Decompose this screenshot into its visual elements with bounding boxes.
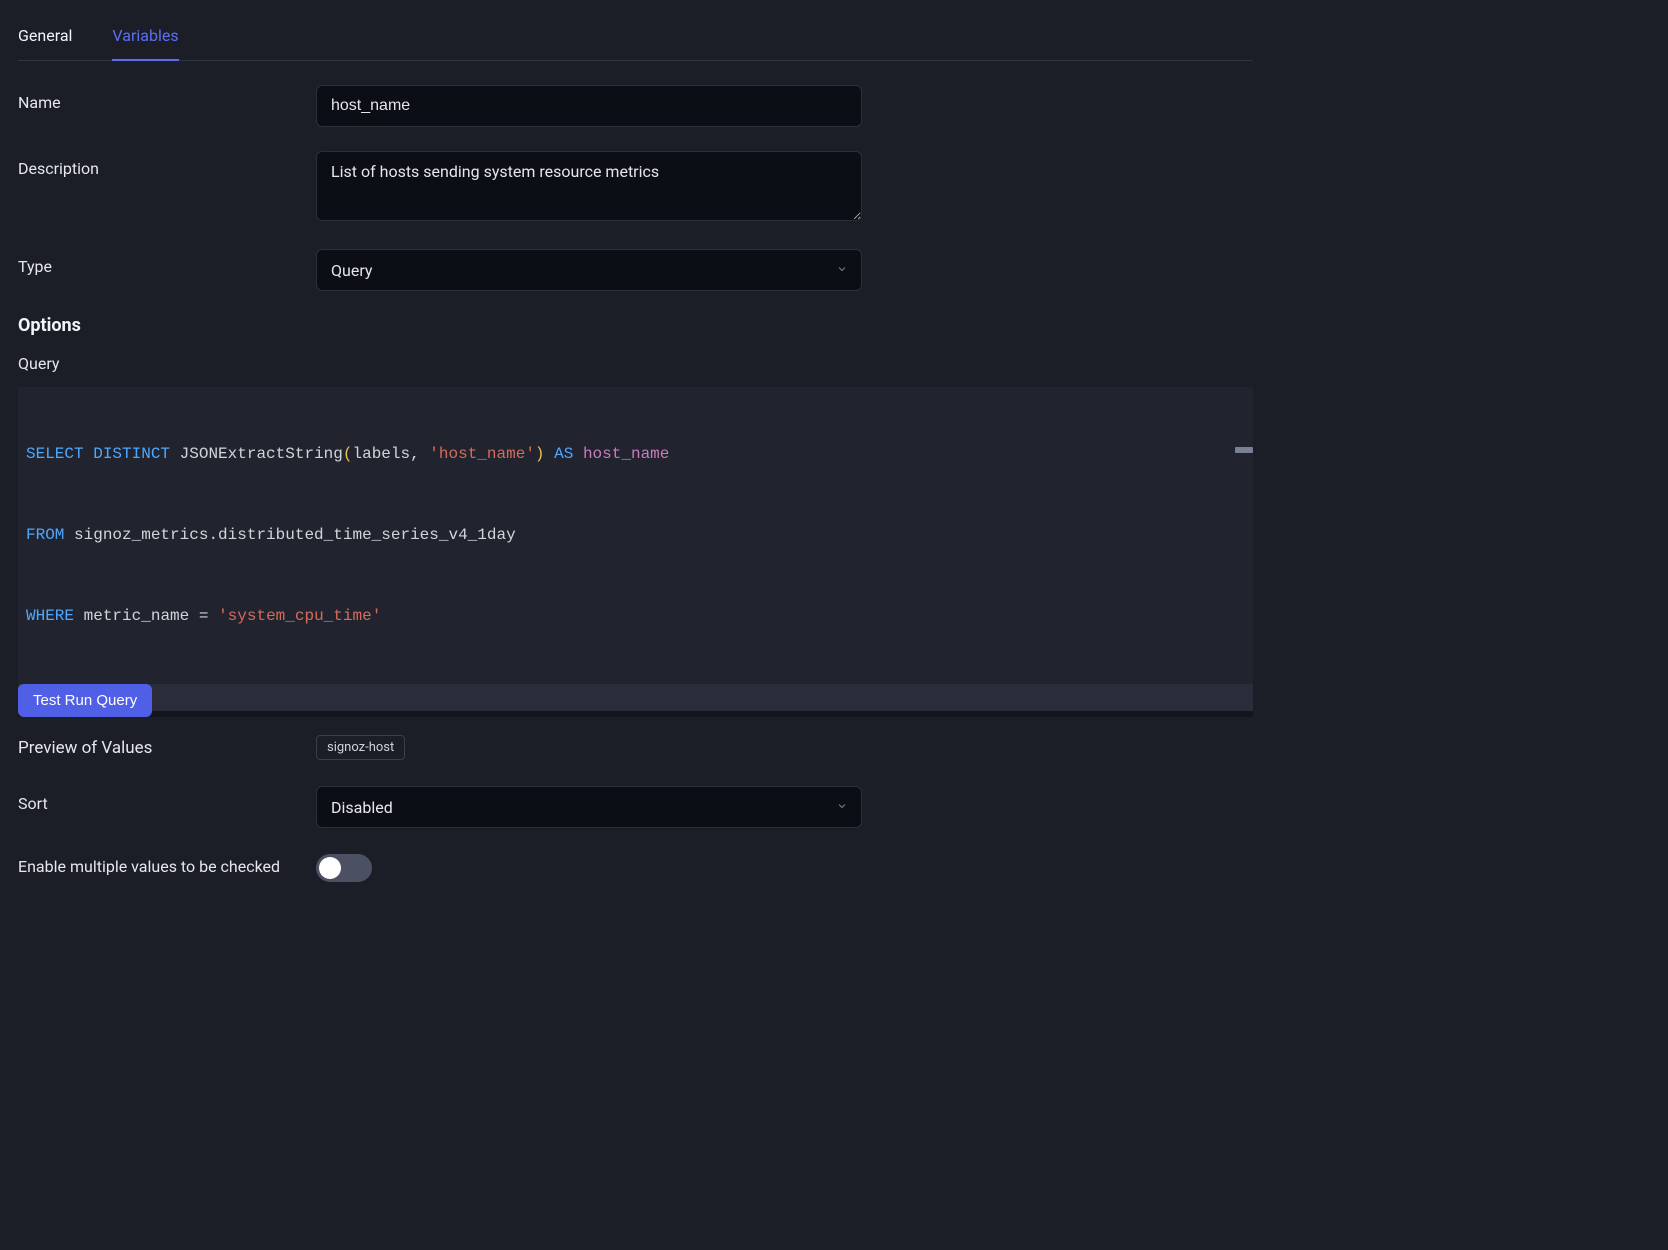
type-select-value: Query (331, 261, 372, 280)
editor-active-line (18, 684, 1253, 711)
test-run-query-button[interactable]: Test Run Query (18, 684, 152, 717)
query-editor[interactable]: SELECT DISTINCT JSONExtractString(labels… (18, 387, 1253, 717)
description-input[interactable]: List of hosts sending system resource me… (316, 151, 862, 221)
sort-select[interactable]: Disabled (316, 786, 862, 828)
tab-bar: General Variables (18, 18, 1253, 61)
multi-values-toggle[interactable] (316, 854, 372, 882)
multi-values-label: Enable multiple values to be checked (18, 854, 316, 880)
query-label: Query (18, 354, 1253, 373)
sort-label: Sort (18, 786, 316, 813)
toggle-knob (319, 857, 341, 879)
tab-general[interactable]: General (18, 18, 72, 61)
preview-label: Preview of Values (18, 738, 316, 758)
type-select[interactable]: Query (316, 249, 862, 291)
description-label: Description (18, 151, 316, 178)
options-heading: Options (18, 315, 1253, 336)
scrollbar-marker (1235, 447, 1253, 453)
sort-select-value: Disabled (331, 798, 393, 817)
preview-values: signoz-host (316, 735, 405, 760)
tab-variables[interactable]: Variables (112, 18, 178, 61)
preview-value-tag: signoz-host (316, 735, 405, 760)
type-label: Type (18, 249, 316, 276)
name-input[interactable] (316, 85, 862, 127)
name-label: Name (18, 85, 316, 112)
